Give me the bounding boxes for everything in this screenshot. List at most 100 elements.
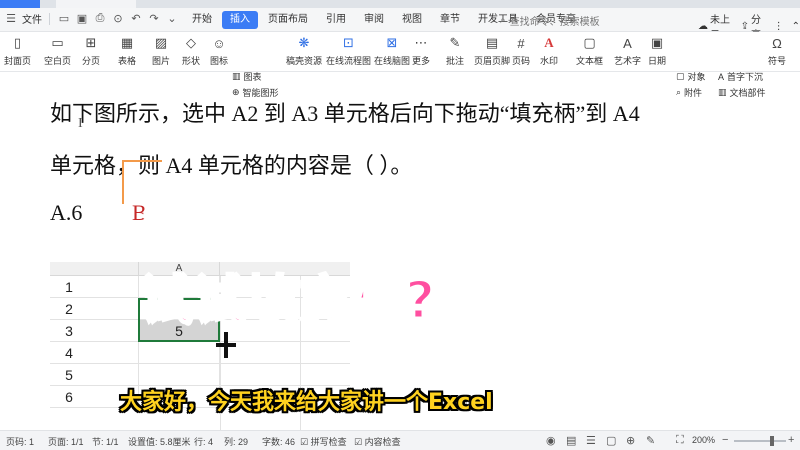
status-words: 字数: 46	[262, 437, 296, 447]
row-number: 4	[65, 345, 73, 361]
fit-icon[interactable]: ⛶	[676, 434, 684, 447]
zoom-slider[interactable]	[734, 440, 786, 442]
web-view-icon[interactable]: ⊕	[626, 434, 635, 447]
window-tab-strip	[0, 0, 800, 8]
share-icon: ⇪	[740, 20, 749, 32]
comment-button[interactable]: ✎ 批注	[446, 34, 464, 70]
mindmap-icon: ⊠	[386, 35, 398, 50]
tab-reference[interactable]: 引用	[318, 11, 354, 29]
menu-bar: ☰ 文件 ▭ ▣ ⎙ ⊙ ↶ ↷ ⌄ 开始 插入 页面布局 引用 审阅 视图 章…	[0, 8, 800, 41]
tab-review[interactable]: 审阅	[356, 11, 392, 29]
zoom-level: 200%	[692, 435, 716, 445]
file-menu[interactable]: 文件	[22, 11, 42, 26]
open-icon[interactable]: ▭	[57, 12, 71, 26]
dropcap-icon: A	[718, 71, 725, 82]
icon-library-icon: ☺	[212, 35, 226, 51]
header-footer-button[interactable]: ▤ 页眉页脚	[474, 34, 510, 70]
icon-library-button[interactable]: ☺ 图标	[210, 34, 228, 70]
zoom-in-icon[interactable]: +	[788, 434, 794, 446]
tab-page-layout[interactable]: 页面布局	[260, 11, 316, 29]
object-button[interactable]: ▢ 对象	[676, 70, 706, 83]
tab-section[interactable]: 章节	[432, 11, 468, 29]
edit-icon[interactable]: ✎	[646, 434, 655, 447]
command-search[interactable]: ⌕ 查找命令、搜索模板	[500, 12, 640, 28]
picture-button[interactable]: ▨ 图片	[152, 34, 170, 70]
cell-a4	[138, 342, 220, 364]
save-icon[interactable]: ▣	[75, 12, 89, 26]
cover-page-button[interactable]: ▯ 封面页	[4, 34, 31, 70]
row-number: 1	[65, 279, 73, 295]
page-number-icon: #	[517, 35, 525, 51]
flowchart-icon: ⊡	[343, 35, 354, 50]
zoom-slider-handle[interactable]	[770, 436, 774, 446]
cell-a5	[138, 364, 220, 386]
attachment-button[interactable]: ⌕ 附件	[676, 86, 702, 99]
table-icon: ▦	[120, 35, 134, 50]
wordart-icon: A	[623, 35, 632, 51]
flowchart-button[interactable]: ⊡ 在线流程图	[326, 34, 371, 70]
check-icon: ☑	[300, 437, 309, 447]
symbol-button[interactable]: Ω 符号	[768, 34, 786, 70]
table-button[interactable]: ▦ 表格	[118, 34, 136, 70]
page-break-icon: ⊞	[85, 35, 97, 50]
date-icon: ▣	[650, 35, 664, 50]
text-cursor: I	[78, 116, 83, 131]
more-menu-icon[interactable]: ⋮	[774, 21, 784, 32]
status-page: 页面: 1/1	[48, 437, 84, 447]
tab-insert[interactable]: 插入	[222, 11, 258, 29]
shape-icon: ◇	[186, 35, 196, 50]
status-bar: 页码: 1 页面: 1/1 节: 1/1 设置值: 5.8厘米 行: 4 列: …	[0, 430, 800, 450]
home-tab[interactable]	[0, 0, 40, 8]
redo-icon[interactable]: ↷	[147, 12, 161, 26]
wordart-button[interactable]: A 艺术字	[614, 34, 641, 70]
document-tab[interactable]	[56, 0, 136, 8]
textbox-button[interactable]: ▢ 文本框	[576, 34, 603, 70]
chevron-up-icon[interactable]: ⌃	[792, 21, 800, 32]
date-button[interactable]: ▣ 日期	[648, 34, 666, 70]
row-number: 5	[65, 367, 73, 383]
sheet-row: 4	[50, 342, 350, 364]
overlay-title-2: 试试填充柄?	[138, 270, 437, 333]
watermark-button[interactable]: A 水印	[540, 34, 558, 70]
more-icon: ⋯	[414, 35, 428, 50]
object-icon: ▢	[676, 71, 685, 81]
chevron-down-icon[interactable]: ⌄	[165, 12, 179, 26]
chart-icon: ▥	[232, 71, 241, 81]
dropcap-button[interactable]: A 首字下沉	[718, 70, 763, 83]
zoom-out-icon[interactable]: −	[722, 434, 728, 446]
read-view-icon[interactable]: ▢	[606, 434, 616, 447]
check-icon: ☑	[354, 437, 363, 447]
option-a: A.6	[50, 200, 83, 225]
preview-icon[interactable]: ⊙	[111, 12, 125, 26]
blank-page-button[interactable]: ▭ 空白页	[44, 34, 71, 70]
status-line: 行: 4	[194, 437, 214, 447]
shape-button[interactable]: ◇ 形状	[182, 34, 200, 70]
page-break-button[interactable]: ⊞ 分页	[82, 34, 100, 70]
content-check-button[interactable]: ☑ 内容检查	[354, 435, 401, 448]
status-section: 节: 1/1	[92, 437, 119, 447]
spell-check-button[interactable]: ☑ 拼写检查	[300, 435, 347, 448]
print-icon[interactable]: ⎙	[93, 12, 107, 26]
tab-view[interactable]: 视图	[394, 11, 430, 29]
fill-handle-cursor-icon	[216, 332, 236, 358]
orange-marker-vertical	[122, 160, 124, 204]
tab-start[interactable]: 开始	[184, 11, 220, 29]
doc-part-button[interactable]: ▥ 文档部件	[718, 86, 766, 99]
mindmap-button[interactable]: ⊠ 在线脑图	[374, 34, 410, 70]
menu-icon[interactable]: ☰	[4, 12, 18, 26]
more-button[interactable]: ⋯ 更多	[412, 34, 430, 70]
comment-icon: ✎	[449, 35, 461, 50]
list-view-icon[interactable]: ☰	[586, 434, 596, 447]
chart-button[interactable]: ▥ 图表	[232, 70, 262, 83]
eye-icon[interactable]: ◉	[546, 434, 556, 447]
overlay-title-1: 如何快速填充数据	[138, 184, 565, 247]
search-placeholder: 查找命令、搜索模板	[509, 16, 600, 28]
page-number-button[interactable]: # 页码	[512, 34, 530, 70]
resource-button[interactable]: ❋ 稿壳资源	[286, 34, 322, 70]
resource-icon: ❋	[298, 35, 310, 50]
page-view-icon[interactable]: ▤	[566, 434, 576, 447]
undo-icon[interactable]: ↶	[129, 12, 143, 26]
status-setting: 设置值: 5.8厘米	[128, 437, 191, 447]
quick-access: ☰ 文件 ▭ ▣ ⎙ ⊙ ↶ ↷ ⌄	[4, 11, 179, 26]
subtitle-caption: 大家好，今天我来给大家讲一个Excel	[120, 390, 493, 415]
